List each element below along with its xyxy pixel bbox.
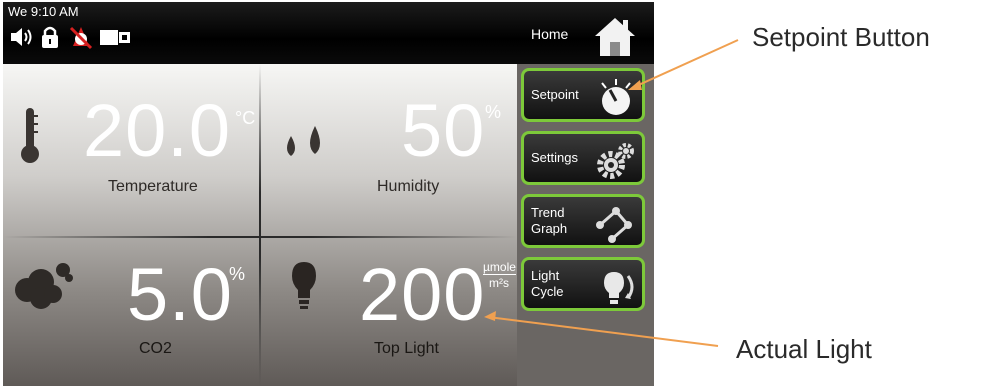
readings-panel: 20.0 °C Temperature 50 % Humidity 5.0 % … (3, 64, 517, 386)
light-label: Top Light (374, 340, 439, 357)
status-bar: We 9:10 AM Home (3, 2, 654, 64)
light-unit-bottom: m²s (489, 276, 509, 290)
co2-label: CO2 (139, 340, 172, 357)
light-cycle-button[interactable]: Light Cycle (521, 257, 645, 311)
settings-button-label: Settings (531, 150, 578, 165)
thermometer-icon (21, 108, 39, 163)
light-cycle-button-label: Light Cycle (531, 268, 564, 299)
trend-graph-button[interactable]: Trend Graph (521, 194, 645, 248)
trend-graph-icon (596, 207, 632, 243)
setpoint-button-label: Setpoint (531, 87, 579, 102)
clock: We 9:10 AM (8, 4, 79, 19)
home-label: Home (531, 26, 569, 42)
temperature-unit: °C (235, 108, 256, 128)
device-screen: We 9:10 AM Home 20.0 °C Temperature 50 %… (3, 2, 654, 386)
speaker-icon (11, 28, 32, 46)
home-icon[interactable] (593, 14, 637, 58)
divider-vertical (259, 64, 261, 386)
setpoint-callout: Setpoint Button (752, 22, 930, 52)
co2-value: 5.0 (127, 253, 233, 336)
settings-button[interactable]: Settings (521, 131, 645, 185)
humidity-value: 50 (401, 89, 486, 172)
light-bulb-icon (292, 262, 316, 309)
light-value: 200 (359, 253, 486, 336)
lock-icon (42, 26, 58, 48)
setpoint-dial-icon (601, 79, 631, 115)
battery-icon (100, 30, 130, 45)
side-menu: Setpoint Settings Trend Graph Light Cycl… (517, 64, 654, 386)
humidity-unit: % (485, 102, 502, 122)
light-unit-top: µmole (483, 260, 516, 275)
setpoint-button[interactable]: Setpoint (521, 68, 645, 122)
light-callout: Actual Light (736, 334, 872, 364)
humidity-label: Humidity (377, 178, 440, 195)
temperature-label: Temperature (108, 178, 198, 195)
co2-unit: % (229, 264, 246, 284)
gears-icon (597, 143, 634, 179)
status-icons (9, 24, 149, 54)
gas-cloud-icon (15, 263, 73, 309)
water-drops-icon (287, 126, 320, 156)
alarm-off-icon (69, 26, 93, 50)
temperature-value: 20.0 (83, 89, 232, 172)
light-cycle-icon (604, 272, 634, 304)
trend-graph-button-label: Trend Graph (531, 205, 568, 236)
